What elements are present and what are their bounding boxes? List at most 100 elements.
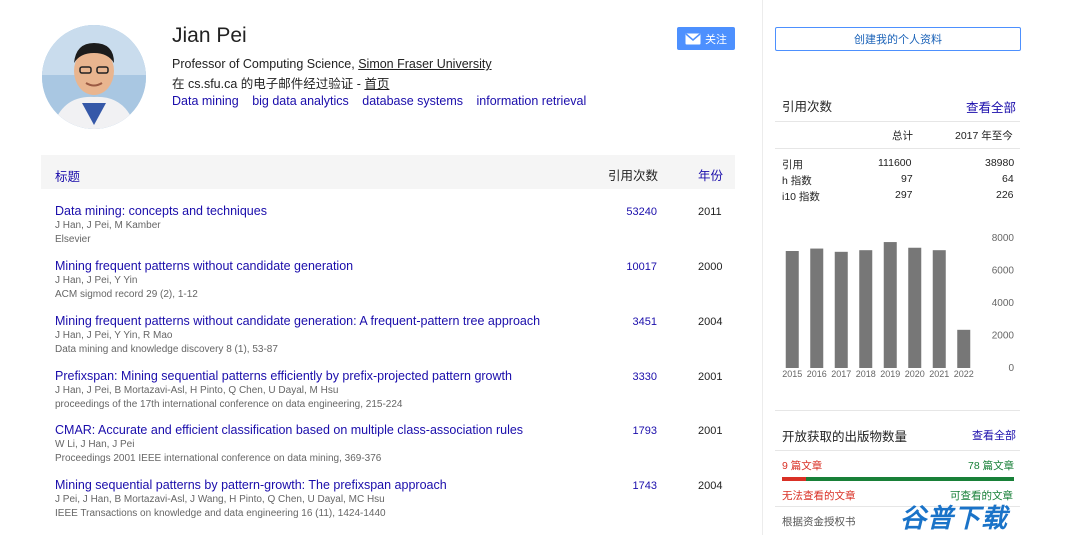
verified-text: 在 cs.sfu.ca 的电子邮件经过验证 - [172, 77, 365, 91]
article-cited-count[interactable]: 53240 [626, 206, 657, 218]
table-row: Mining frequent patterns without candida… [55, 259, 735, 311]
x-tick-label: 2021 [929, 369, 949, 379]
divider [775, 410, 1020, 411]
y-tick-label: 4000 [992, 298, 1015, 309]
open-access-unavailable-fill [782, 477, 806, 481]
x-tick-label: 2017 [831, 369, 851, 379]
article-cited-count[interactable]: 3451 [633, 316, 657, 328]
x-tick-label: 2018 [856, 369, 876, 379]
chart-bar-2020[interactable] [908, 247, 922, 368]
profile-name: Jian Pei [172, 24, 247, 47]
affiliation-link[interactable]: Simon Fraser University [358, 57, 491, 71]
x-tick-label: 2016 [807, 369, 827, 379]
header-year[interactable]: 年份 [698, 165, 723, 184]
stat-total-i10-index: 297 [895, 189, 913, 201]
y-tick-label: 2000 [992, 331, 1015, 342]
avatar-photo [42, 25, 146, 129]
affiliation-text: Professor of Computing Science, [172, 57, 359, 71]
citations-title: 引用次数 [782, 100, 833, 114]
article-year: 2001 [698, 371, 723, 383]
chart-bar-2019[interactable] [883, 242, 897, 368]
verified-email: 在 cs.sfu.ca 的电子邮件经过验证 - 首页 [172, 73, 389, 92]
chart-bar-2018[interactable] [859, 250, 873, 368]
table-row: CMAR: Accurate and efficient classificat… [55, 423, 735, 475]
x-tick-label: 2022 [954, 369, 974, 379]
table-row: Data mining: concepts and techniques J H… [55, 204, 735, 256]
article-venue: Proceedings 2001 IEEE international conf… [55, 453, 382, 464]
funding-mandates: 根据资金授权书 [782, 516, 856, 528]
article-year: 2011 [698, 206, 722, 218]
available-count-link[interactable]: 78 篇文章 [968, 458, 1014, 473]
unavailable-count-link[interactable]: 9 篇文章 [782, 458, 822, 473]
stat-label-h-index: h 指数 [782, 175, 812, 187]
y-tick-label: 0 [1008, 363, 1014, 374]
follow-button[interactable]: 关注 [677, 27, 735, 50]
stat-total-h-index: 97 [901, 173, 913, 185]
article-title[interactable]: Prefixspan: Mining sequential patterns e… [55, 369, 512, 383]
citations-view-all-link[interactable]: 查看全部 [966, 97, 1016, 116]
article-authors: J Han, J Pei, B Mortazavi-Asl, H Pinto, … [55, 385, 339, 396]
chart-bar-2017[interactable] [834, 251, 848, 368]
citations-bar-chart: 2015 2016 2017 2018 2019 2020 2021 2022 8000 6000… [782, 233, 1015, 379]
interest-big-data[interactable]: big data analytics [252, 94, 349, 108]
article-title[interactable]: CMAR: Accurate and efficient classificat… [55, 423, 523, 437]
divider [775, 121, 1020, 122]
mail-icon [685, 32, 701, 44]
x-tick-label: 2020 [905, 369, 925, 379]
header-title[interactable]: 标题 [55, 166, 80, 185]
divider [775, 148, 1020, 149]
affiliation: Professor of Computing Science, Simon Fr… [172, 57, 492, 71]
chart-bar-2016[interactable] [810, 248, 824, 368]
interest-data-mining[interactable]: Data mining [172, 94, 239, 108]
stat-since-i10-index: 226 [996, 189, 1014, 201]
x-tick-label: 2019 [880, 369, 900, 379]
article-authors: J Pei, J Han, B Mortazavi-Asl, J Wang, H… [55, 494, 385, 505]
article-year: 2004 [698, 480, 723, 492]
open-access-progress-bar [782, 477, 1014, 481]
avatar[interactable] [42, 25, 146, 129]
interest-information-retrieval[interactable]: information retrieval [477, 94, 587, 108]
chart-bar-2021[interactable] [932, 250, 946, 368]
article-authors: J Han, J Pei, Y Yin, R Mao [55, 330, 173, 341]
open-access-view-all-link[interactable]: 查看全部 [972, 427, 1016, 443]
article-authors: W Li, J Han, J Pei [55, 439, 135, 450]
article-venue: ACM sigmod record 29 (2), 1-12 [55, 289, 198, 300]
chart-bar-2022[interactable] [957, 329, 971, 368]
article-venue: Data mining and knowledge discovery 8 (1… [55, 344, 278, 355]
research-interests: Data mining big data analytics database … [172, 94, 596, 108]
y-tick-label: 8000 [992, 233, 1015, 244]
divider [775, 450, 1020, 451]
create-profile-button[interactable]: 创建我的个人资料 [775, 27, 1021, 51]
table-row: Mining sequential patterns by pattern-gr… [55, 478, 735, 530]
homepage-link[interactable]: 首页 [364, 77, 389, 91]
header-cited-by[interactable]: 引用次数 [608, 165, 658, 184]
article-venue: proceedings of the 17th international co… [55, 399, 403, 410]
watermark-logo: 谷普下载 [900, 503, 1009, 533]
article-cited-count[interactable]: 3330 [633, 371, 657, 383]
article-year: 2000 [698, 261, 723, 273]
interest-database-systems[interactable]: database systems [362, 94, 463, 108]
stat-label-i10-index: i10 指数 [782, 191, 820, 203]
article-year: 2004 [698, 316, 723, 328]
article-cited-count[interactable]: 1793 [633, 425, 657, 437]
article-cited-count[interactable]: 10017 [626, 261, 657, 273]
article-title[interactable]: Mining frequent patterns without candida… [55, 259, 353, 273]
chart-bar-2015[interactable] [785, 251, 799, 368]
article-title[interactable]: Mining frequent patterns without candida… [55, 314, 540, 328]
follow-label: 关注 [705, 33, 727, 46]
articles-table-header: 标题 引用次数 年份 [41, 155, 735, 189]
article-title[interactable]: Mining sequential patterns by pattern-gr… [55, 478, 447, 492]
column-divider [762, 0, 763, 535]
article-title[interactable]: Data mining: concepts and techniques [55, 204, 267, 218]
open-access-title: 开放获取的出版物数量 [782, 430, 908, 444]
table-row: Mining frequent patterns without candida… [55, 314, 735, 366]
article-venue: IEEE Transactions on knowledge and data … [55, 508, 386, 519]
unavailable-text: 无法查看的文章 [782, 490, 856, 502]
y-tick-label: 6000 [992, 266, 1015, 277]
stat-label-citations: 引用 [782, 159, 803, 171]
stat-total-citations: 111600 [878, 157, 912, 169]
col-since-2017: 2017 年至今 [955, 130, 1013, 142]
article-cited-count[interactable]: 1743 [633, 480, 657, 492]
table-row: Prefixspan: Mining sequential patterns e… [55, 369, 735, 421]
article-authors: J Han, J Pei, M Kamber [55, 220, 161, 231]
